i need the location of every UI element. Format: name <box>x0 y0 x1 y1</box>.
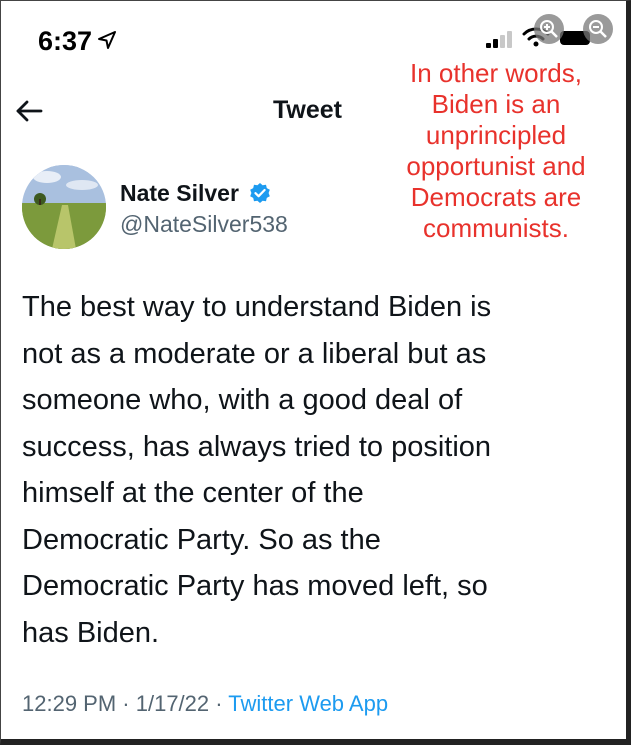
page-title: Tweet <box>273 96 342 124</box>
annotation-line: In other words, <box>410 58 582 88</box>
tweet-line: himself at the center of the <box>22 477 364 509</box>
tweet-text: The best way to understand Biden is not … <box>22 284 612 656</box>
author-handle[interactable]: @NateSilver538 <box>120 211 288 238</box>
tweet-line: The best way to understand Biden is <box>22 291 492 323</box>
tweet-line: success, has always tried to position <box>22 430 492 463</box>
annotation-line: opportunist and <box>406 151 586 181</box>
avatar[interactable] <box>22 165 106 249</box>
status-time: 6:37 <box>38 26 93 56</box>
zoom-out-icon[interactable] <box>583 14 613 44</box>
author-name[interactable]: Nate Silver <box>120 180 239 207</box>
tweet-line: Democratic Party. So as the <box>22 523 381 556</box>
tweet-line: has Biden. <box>22 616 160 649</box>
tweet-source-link[interactable]: Twitter Web App <box>228 691 388 716</box>
tweet-time[interactable]: 12:29 PM <box>22 691 116 716</box>
back-arrow-icon[interactable] <box>14 96 44 126</box>
tweet-meta: 12:29 PM · 1/17/22 · Twitter Web App <box>22 691 388 717</box>
meta-separator: · <box>209 691 229 716</box>
annotation-line: Democrats are <box>410 182 582 212</box>
annotation-line: unprincipled <box>425 120 567 150</box>
location-arrow-icon <box>98 31 116 49</box>
red-annotation: In other words, Biden is an unprincipled… <box>378 58 614 244</box>
tweet-date[interactable]: 1/17/22 <box>136 691 209 716</box>
annotation-line: communists. <box>423 213 569 243</box>
verified-badge-icon <box>250 183 270 203</box>
zoom-in-icon[interactable] <box>534 14 564 44</box>
tweet-line: not as a moderate or a liberal but as <box>22 337 487 370</box>
meta-separator: · <box>116 691 136 716</box>
annotation-line: Biden is an <box>431 89 561 119</box>
tweet-line: Democratic Party has moved left, so <box>22 570 488 602</box>
tweet-line: someone who, with a good deal of <box>22 384 463 416</box>
cellular-signal-icon <box>486 30 516 48</box>
